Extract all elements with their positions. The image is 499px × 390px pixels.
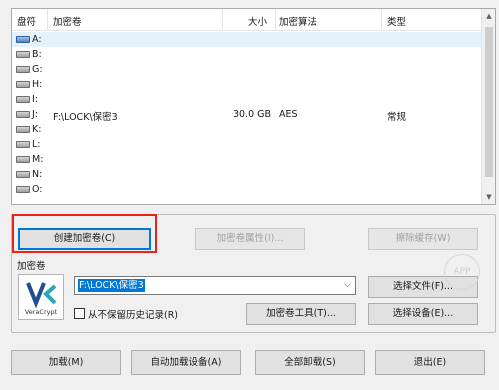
drive-icon: [16, 186, 30, 193]
volume-properties-button[interactable]: 加密卷属性(I)...: [195, 228, 305, 250]
column-header-type[interactable]: 类型: [387, 14, 406, 28]
highlight-annotation: [12, 214, 157, 253]
cell-drive: A:: [32, 34, 42, 45]
wipe-cache-button[interactable]: 擦除缓存(W): [368, 228, 478, 250]
drive-icon: [16, 126, 30, 133]
column-divider[interactable]: [381, 9, 382, 31]
drive-icon: [16, 36, 30, 43]
drive-icon: [16, 111, 30, 118]
drive-icon: [16, 66, 30, 73]
auto-mount-button[interactable]: 自动加载设备(A): [131, 350, 241, 375]
cell-drive: N:: [32, 169, 43, 180]
never-save-history-checkbox[interactable]: [74, 308, 85, 319]
logo-text: VeraCrypt: [24, 308, 58, 316]
column-header-algorithm[interactable]: 加密算法: [279, 14, 317, 28]
column-divider[interactable]: [275, 9, 276, 31]
drive-icon: [16, 171, 30, 178]
list-header: 盘符 加密卷 大小 加密算法 类型: [12, 9, 482, 31]
drive-icon: [16, 96, 30, 103]
table-row[interactable]: O:: [12, 182, 482, 197]
volume-list[interactable]: 盘符 加密卷 大小 加密算法 类型 A: B: G: H: I: J: F:\LOCK\保密…: [11, 8, 496, 205]
never-save-history-label[interactable]: 从不保留历史记录(R): [88, 307, 178, 321]
table-row[interactable]: B:: [12, 47, 482, 62]
column-header-volume[interactable]: 加密卷: [53, 14, 82, 28]
dismount-all-button[interactable]: 全部卸载(S): [255, 350, 365, 375]
volume-tools-button[interactable]: 加密卷工具(T)...: [246, 303, 356, 325]
table-row[interactable]: G:: [12, 62, 482, 77]
veracrypt-logo: VeraCrypt: [18, 274, 64, 320]
volume-path-combobox[interactable]: F:\LOCK\保密3 ⌵: [74, 276, 356, 295]
exit-button[interactable]: 退出(E): [375, 350, 485, 375]
mount-button[interactable]: 加载(M): [11, 350, 121, 375]
cell-volume: F:\LOCK\保密3: [53, 112, 118, 123]
table-row[interactable]: J: F:\LOCK\保密3 30.0 GB AES 常规: [12, 107, 482, 123]
cell-type: 常规: [387, 112, 407, 123]
column-header-drive[interactable]: 盘符: [17, 14, 36, 28]
table-row[interactable]: M:: [12, 152, 482, 167]
drive-icon: [16, 81, 30, 88]
cell-drive: J:: [32, 109, 39, 120]
scroll-down-arrow-icon[interactable]: ▼: [482, 190, 495, 204]
cell-drive: O:: [32, 184, 43, 195]
cell-size: 30.0 GB: [233, 109, 272, 120]
list-rows: A: B: G: H: I: J: F:\LOCK\保密3 30.0 GB AES 常规 K: L: M…: [12, 32, 482, 197]
table-row[interactable]: N:: [12, 167, 482, 182]
column-divider[interactable]: [47, 9, 48, 31]
vertical-scrollbar[interactable]: ▲ ▼: [481, 9, 495, 204]
table-row[interactable]: I:: [12, 92, 482, 107]
veracrypt-logo-icon: [26, 282, 57, 309]
column-divider[interactable]: [222, 9, 223, 31]
table-row[interactable]: A:: [12, 32, 482, 47]
cell-drive: G:: [32, 64, 43, 75]
table-row[interactable]: L:: [12, 137, 482, 152]
table-row[interactable]: H:: [12, 77, 482, 92]
cell-algorithm: AES: [279, 109, 298, 120]
scroll-up-arrow-icon[interactable]: ▲: [482, 9, 495, 23]
volume-path-value[interactable]: F:\LOCK\保密3: [78, 279, 145, 292]
cell-drive: B:: [32, 49, 42, 60]
app-watermark: APP: [444, 254, 480, 290]
drive-icon: [16, 51, 30, 58]
select-device-button[interactable]: 选择设备(E)...: [368, 303, 478, 325]
cell-drive: H:: [32, 79, 43, 90]
chevron-down-icon[interactable]: ⌵: [344, 280, 351, 290]
cell-drive: I:: [32, 94, 39, 105]
drive-icon: [16, 141, 30, 148]
drive-icon: [16, 156, 30, 163]
cell-drive: K:: [32, 124, 42, 135]
table-row[interactable]: K:: [12, 122, 482, 137]
scroll-thumb[interactable]: [485, 27, 493, 177]
column-header-size[interactable]: 大小: [248, 14, 267, 28]
cell-drive: M:: [32, 154, 44, 165]
volume-group-label: 加密卷: [17, 261, 46, 272]
cell-drive: L:: [32, 139, 41, 150]
